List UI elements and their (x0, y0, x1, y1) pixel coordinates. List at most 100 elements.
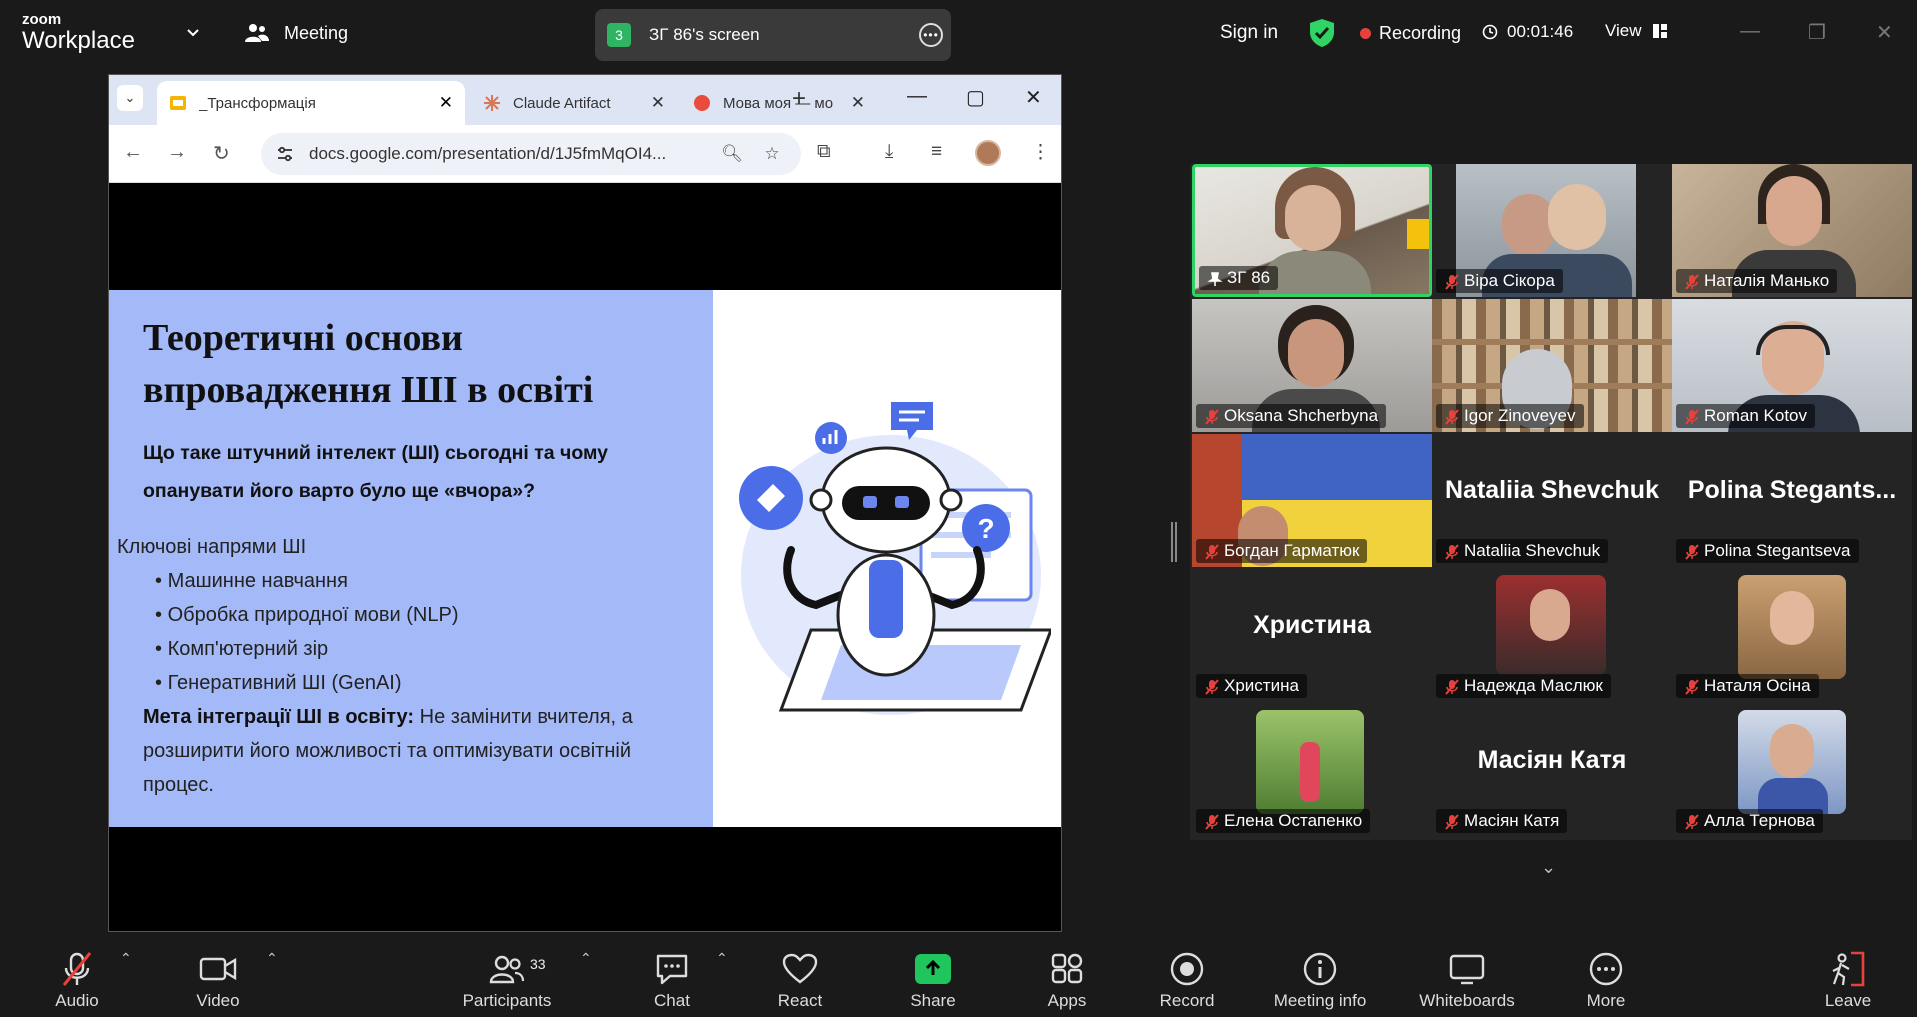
participants-button[interactable]: Participants (452, 932, 562, 1017)
participant-name-tag: Богдан Гарматюк (1196, 539, 1368, 563)
video-button[interactable]: Video (186, 932, 250, 1017)
meeting-controls-bar: Audio ⌃ Video ⌃ Participants 33 ⌃ Chat ⌃… (0, 932, 1917, 1017)
profile-avatar[interactable] (975, 140, 1001, 166)
audio-button[interactable]: Audio (44, 932, 110, 1017)
video-label: Video (196, 991, 240, 1010)
slide-bullet: • Генеративний ШІ (GenAI) (155, 672, 402, 694)
chat-button[interactable]: Chat (644, 932, 700, 1017)
participant-tile[interactable]: Oksana Shcherbyna (1192, 299, 1432, 432)
sign-in-link[interactable]: Sign in (1220, 22, 1278, 44)
view-menu[interactable]: View (1605, 21, 1668, 41)
kebab-menu-icon[interactable]: ⋮ (1031, 141, 1050, 164)
new-tab-icon[interactable]: + (792, 85, 806, 113)
slide-directions-label: Ключові напрями ШІ (117, 536, 307, 558)
forward-arrow-icon[interactable]: → (167, 141, 187, 164)
tab-mova-moya[interactable]: Мова моя — мо ✕ (681, 81, 877, 125)
more-options-icon[interactable]: ••• (919, 23, 943, 47)
apps-label: Apps (1047, 991, 1087, 1010)
participant-tile[interactable]: Масіян Катя Масіян Катя (1432, 704, 1672, 837)
participant-tile[interactable]: Igor Zinoveyev (1432, 299, 1672, 432)
participant-name-tag: Igor Zinoveyev (1436, 404, 1584, 428)
more-label: More (1586, 991, 1626, 1010)
participant-tile[interactable]: Елена Остапенко (1192, 704, 1432, 837)
close-tab-icon[interactable]: ✕ (851, 93, 865, 113)
participants-icon (489, 955, 525, 984)
muted-mic-icon (1685, 409, 1699, 425)
tab-presentation[interactable]: _Трансформація ✕ (157, 81, 465, 125)
participant-tile[interactable]: ЗГ 86 (1192, 164, 1432, 297)
muted-mic-icon (1445, 679, 1459, 695)
chevron-down-icon[interactable] (184, 24, 202, 42)
tab-title: Claude Artifact (513, 94, 611, 112)
slide-bullet: • Обробка природної мови (NLP) (155, 604, 459, 626)
participant-display-name: Polina Stegants... (1687, 476, 1897, 504)
share-label: ЗГ 86's screen (649, 25, 760, 44)
people-icon (245, 24, 269, 42)
panel-resize-handle[interactable] (1171, 522, 1177, 562)
reload-icon[interactable]: ↻ (213, 141, 230, 166)
address-bar[interactable]: docs.google.com/presentation/d/1J5fmMqOI… (261, 133, 801, 175)
video-options-caret-icon[interactable]: ⌃ (266, 950, 278, 967)
meeting-info-button[interactable]: Meeting info (1264, 932, 1376, 1017)
recording-indicator[interactable]: Recording (1360, 23, 1461, 44)
tab-search-icon[interactable]: ⌄ (117, 85, 143, 111)
maximize-window-icon[interactable]: ❐ (1808, 20, 1826, 45)
participant-tile[interactable]: Надежда Маслюк (1432, 569, 1672, 702)
meeting-menu[interactable]: Meeting (244, 22, 348, 44)
participant-name-tag: Polina Stegantseva (1676, 539, 1859, 563)
heart-icon (782, 953, 818, 984)
participants-options-caret-icon[interactable]: ⌃ (580, 950, 592, 967)
site-settings-icon[interactable] (275, 144, 295, 164)
share-button[interactable]: Share (906, 932, 960, 1017)
record-button[interactable]: Record (1156, 932, 1218, 1017)
close-tab-icon[interactable]: ✕ (651, 93, 665, 113)
browser-toolbar: ← → ↻ docs.google.com/presentation/d/1J5… (109, 125, 1061, 183)
minimize-window-icon[interactable]: — (1740, 20, 1760, 43)
participant-photo (1770, 724, 1814, 778)
participant-display-name: Христина (1253, 611, 1371, 639)
participant-tile[interactable]: Богдан Гарматюк (1192, 434, 1432, 567)
participant-tile[interactable]: Віра Сікора (1432, 164, 1672, 297)
extensions-icon[interactable]: ⧉ (817, 141, 831, 163)
react-button[interactable]: React (772, 932, 828, 1017)
leave-button[interactable]: Leave (1822, 932, 1874, 1017)
download-icon[interactable]: ⤓ (885, 141, 893, 163)
participant-video (1285, 185, 1341, 251)
zoom-magnifier-icon[interactable]: 🔍︎ (721, 144, 743, 164)
more-button[interactable]: More (1580, 932, 1632, 1017)
bookmark-star-icon[interactable]: ☆ (761, 144, 783, 164)
participant-photo (1300, 742, 1320, 802)
participant-tile[interactable]: Наталя Осіна (1672, 569, 1912, 702)
media-controls-icon[interactable]: ≡ (931, 141, 942, 163)
participant-tile[interactable]: Polina Stegants... Polina Stegantseva (1672, 434, 1912, 567)
back-arrow-icon[interactable]: ← (123, 141, 143, 164)
participant-tile[interactable]: Nataliia Shevchuk Nataliia Shevchuk (1432, 434, 1672, 567)
shield-check-icon[interactable] (1309, 18, 1335, 48)
zoom-logo: zoom Workplace (22, 12, 135, 53)
muted-mic-icon (62, 952, 92, 986)
screen-share-indicator[interactable]: 3 ЗГ 86's screen ••• (595, 9, 951, 61)
whiteboards-button[interactable]: Whiteboards (1412, 932, 1522, 1017)
close-tab-icon[interactable]: ✕ (439, 93, 453, 113)
participant-display-name: Масіян Катя (1477, 746, 1627, 774)
apps-button[interactable]: Apps (1040, 932, 1094, 1017)
tab-claude-artifact[interactable]: Claude Artifact ✕ (471, 81, 677, 125)
browser-minimize-icon[interactable]: — (907, 85, 927, 108)
slide-bullet: • Комп'ютерний зір (155, 638, 329, 660)
participant-tile[interactable]: Наталія Манько (1672, 164, 1912, 297)
participant-tile[interactable]: Roman Kotov (1672, 299, 1912, 432)
video-camera-icon (199, 957, 237, 981)
close-window-icon[interactable]: ✕ (1876, 20, 1893, 45)
chat-options-caret-icon[interactable]: ⌃ (716, 950, 728, 967)
browser-close-icon[interactable]: ✕ (1025, 85, 1042, 110)
muted-mic-icon (1685, 814, 1699, 830)
clock-icon (1482, 24, 1498, 40)
gallery-next-page-icon[interactable]: ⌄ (1541, 857, 1556, 878)
share-screen-icon (915, 954, 951, 984)
audio-options-caret-icon[interactable]: ⌃ (120, 950, 132, 967)
slide-goal-label: Мета інтеграції ШІ в освіту: (143, 706, 415, 728)
participant-name-tag: Наталія Манько (1676, 269, 1838, 293)
browser-maximize-icon[interactable]: ▢ (966, 85, 985, 110)
participant-tile[interactable]: Алла Тернова (1672, 704, 1912, 837)
participant-tile[interactable]: Христина Христина (1192, 569, 1432, 702)
